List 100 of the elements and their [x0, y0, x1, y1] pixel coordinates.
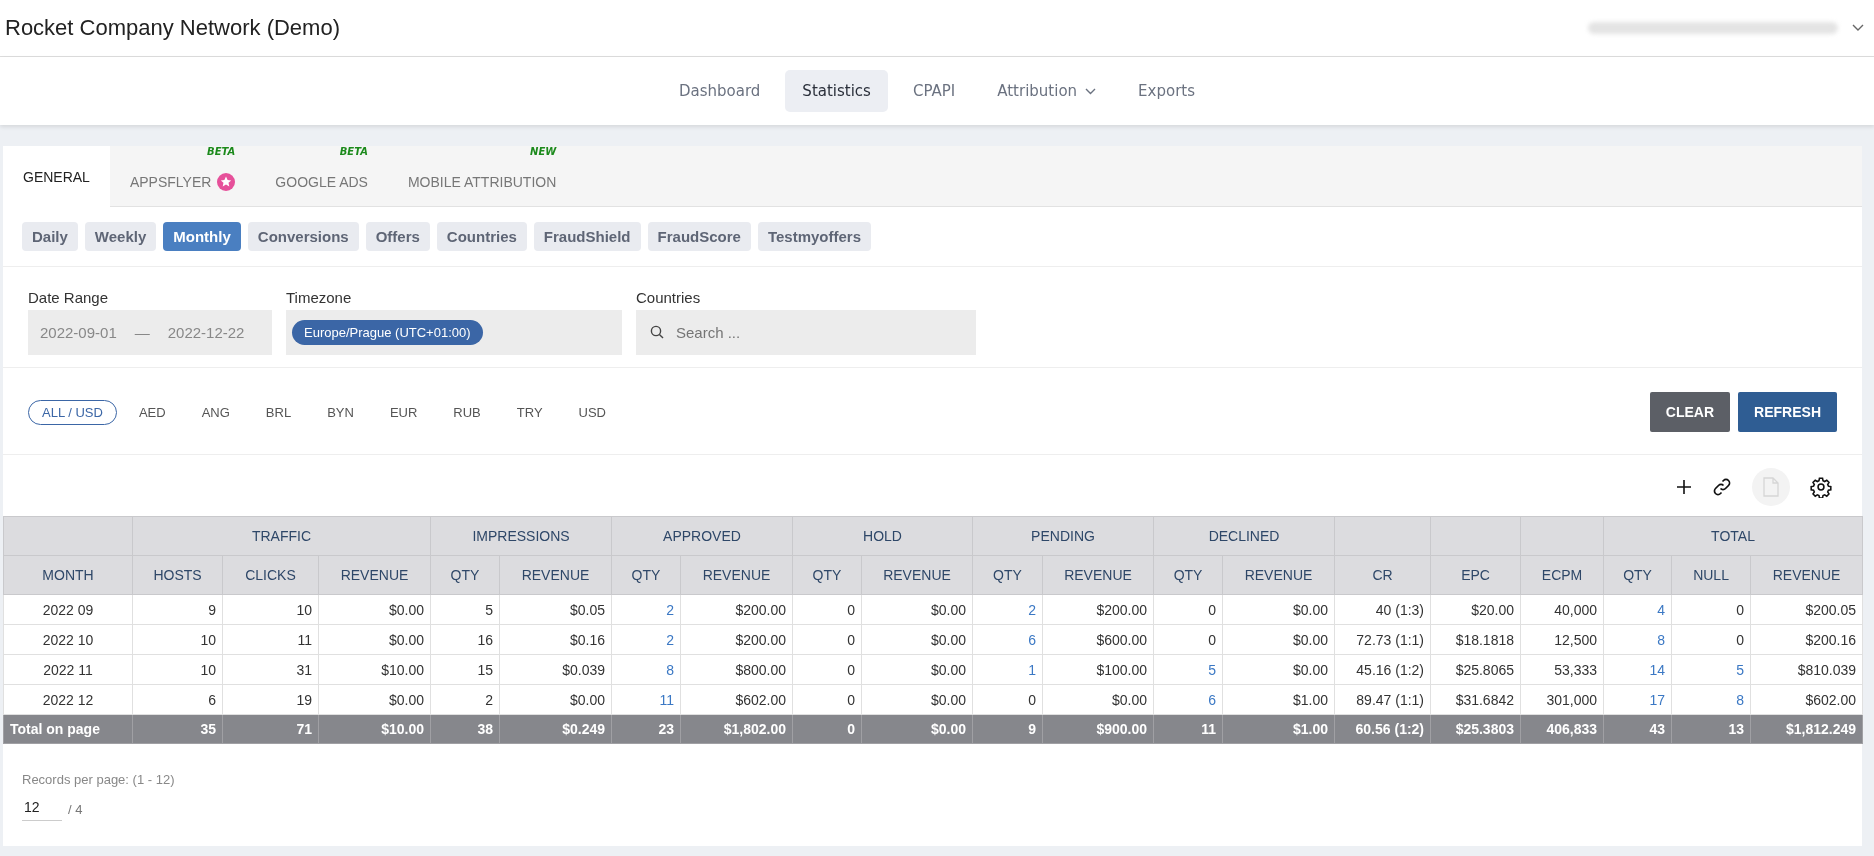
count-link[interactable]: 17: [1649, 691, 1666, 708]
nav-item[interactable]: Dashboard: [661, 70, 778, 112]
report-tab[interactable]: FraudScore: [647, 222, 751, 251]
table-cell: $0.00: [1222, 624, 1335, 655]
total-cell: 35: [132, 714, 223, 744]
nav-item[interactable]: Statistics: [785, 70, 888, 112]
table-cell: 0: [792, 624, 862, 655]
column-header: REVENUE: [499, 555, 612, 595]
tab[interactable]: APPSFLYER: [109, 158, 256, 206]
total-cell: $0.00: [861, 714, 973, 744]
count-link[interactable]: 1: [1028, 661, 1036, 678]
table-cell: 12,500: [1520, 624, 1604, 655]
table-cell: $800.00: [680, 654, 793, 685]
column-group-header: TOTAL: [1711, 528, 1755, 544]
tab[interactable]: GENERAL: [3, 146, 110, 207]
countries-search-field[interactable]: Search ...: [636, 310, 976, 355]
table-cell: $200.05: [1750, 594, 1863, 625]
count-link[interactable]: 2: [1028, 601, 1036, 618]
count-link[interactable]: 14: [1649, 661, 1666, 678]
column-header: CR: [1334, 555, 1431, 595]
count-link[interactable]: 6: [1208, 691, 1216, 708]
total-cell: 406,833: [1520, 714, 1604, 744]
table-cell: 40 (1:3): [1334, 594, 1431, 625]
currency-filter[interactable]: RUB: [439, 399, 495, 425]
add-icon[interactable]: [1676, 479, 1692, 495]
count-link[interactable]: 8: [1736, 691, 1745, 708]
count-link[interactable]: 8: [1657, 631, 1666, 648]
field-label: Timezone: [286, 289, 353, 306]
column-group-header: TRAFFIC: [251, 528, 312, 544]
count-link[interactable]: 2: [666, 631, 674, 648]
table-cell: 10: [132, 624, 223, 655]
tab[interactable]: GOOGLE ADS: [255, 158, 388, 206]
currency-filter[interactable]: AED: [124, 399, 180, 425]
count-link[interactable]: 4: [1657, 601, 1666, 618]
table-cell: 9: [132, 594, 223, 625]
currency-filter[interactable]: EUR: [375, 399, 432, 425]
column-header: CLICKS: [222, 555, 319, 595]
tab-note-label: BETA: [207, 146, 236, 158]
table-cell: $1.00: [1222, 684, 1335, 715]
clear-button[interactable]: CLEAR: [1649, 392, 1731, 432]
count-link[interactable]: 5: [1736, 661, 1745, 678]
total-cell: $10.00: [318, 714, 431, 744]
table-cell: 2022 12: [3, 684, 133, 715]
count-link[interactable]: 6: [1028, 631, 1036, 648]
total-cell: $0.249: [499, 714, 612, 744]
table-cell: 15: [430, 654, 500, 685]
timezone-chip[interactable]: Europe/Prague (UTC+01:00): [292, 320, 483, 345]
table-cell: 0: [972, 684, 1043, 715]
nav-item[interactable]: CPAPI: [895, 70, 973, 112]
column-header: NULL: [1671, 555, 1751, 595]
link-icon[interactable]: [1712, 477, 1732, 497]
table-cell: 72.73 (1:1): [1334, 624, 1431, 655]
report-tab[interactable]: FraudShield: [533, 222, 641, 251]
column-group-header: APPROVED: [663, 528, 741, 544]
table-cell: $10.00: [318, 654, 431, 685]
table-cell: $200.00: [680, 624, 793, 655]
document-icon: [1763, 477, 1779, 497]
count-link[interactable]: 11: [659, 691, 674, 708]
column-header: HOSTS: [132, 555, 223, 595]
count-link[interactable]: 5: [1208, 661, 1216, 678]
column-group-header: IMPRESSIONS: [472, 528, 570, 544]
column-group-header: PENDING: [1031, 528, 1095, 544]
count-link[interactable]: 2: [666, 601, 674, 618]
settings-icon[interactable]: [1810, 476, 1832, 498]
report-tab[interactable]: Countries: [436, 222, 527, 251]
report-tab[interactable]: Testmyoffers: [757, 222, 871, 251]
table-cell: 2022 10: [3, 624, 133, 655]
table-cell: 11: [222, 624, 319, 655]
report-tab[interactable]: Daily: [22, 222, 78, 251]
column-header: MONTH: [3, 555, 133, 595]
total-cell: 43: [1603, 714, 1672, 744]
report-tab[interactable]: Weekly: [84, 222, 157, 251]
refresh-button[interactable]: REFRESH: [1738, 392, 1837, 432]
currency-filter[interactable]: BRL: [251, 399, 306, 425]
date-range-field[interactable]: 2022-09-01 — 2022-12-22: [28, 310, 272, 355]
currency-filter[interactable]: ANG: [187, 399, 244, 425]
report-tab[interactable]: Offers: [365, 222, 430, 251]
table-cell: $600.00: [1042, 624, 1154, 655]
total-cell: 9: [972, 714, 1043, 744]
total-cell: 0: [792, 714, 862, 744]
chevron-down-icon[interactable]: [1852, 24, 1864, 32]
count-link[interactable]: 8: [666, 661, 674, 678]
currency-filter[interactable]: TRY: [502, 399, 557, 425]
table-cell: $0.00: [318, 594, 431, 625]
table-cell: $0.00: [1222, 594, 1335, 625]
column-header: QTY: [1153, 555, 1223, 595]
table-cell: 19: [222, 684, 319, 715]
report-tab[interactable]: Monthly: [163, 222, 241, 251]
report-tab[interactable]: Conversions: [247, 222, 359, 251]
total-cell: $1,802.00: [680, 714, 793, 744]
tab[interactable]: MOBILE ATTRIBUTION: [387, 158, 577, 206]
nav-item[interactable]: Exports: [1121, 70, 1212, 112]
currency-filter[interactable]: USD: [564, 399, 620, 425]
currency-filter[interactable]: BYN: [313, 399, 368, 425]
column-header: QTY: [430, 555, 500, 595]
column-header: REVENUE: [1222, 555, 1335, 595]
per-page-field[interactable]: 12: [22, 797, 62, 821]
nav-item[interactable]: Attribution: [980, 70, 1114, 112]
table-cell: 89.47 (1:1): [1334, 684, 1431, 715]
column-header: QTY: [1603, 555, 1672, 595]
